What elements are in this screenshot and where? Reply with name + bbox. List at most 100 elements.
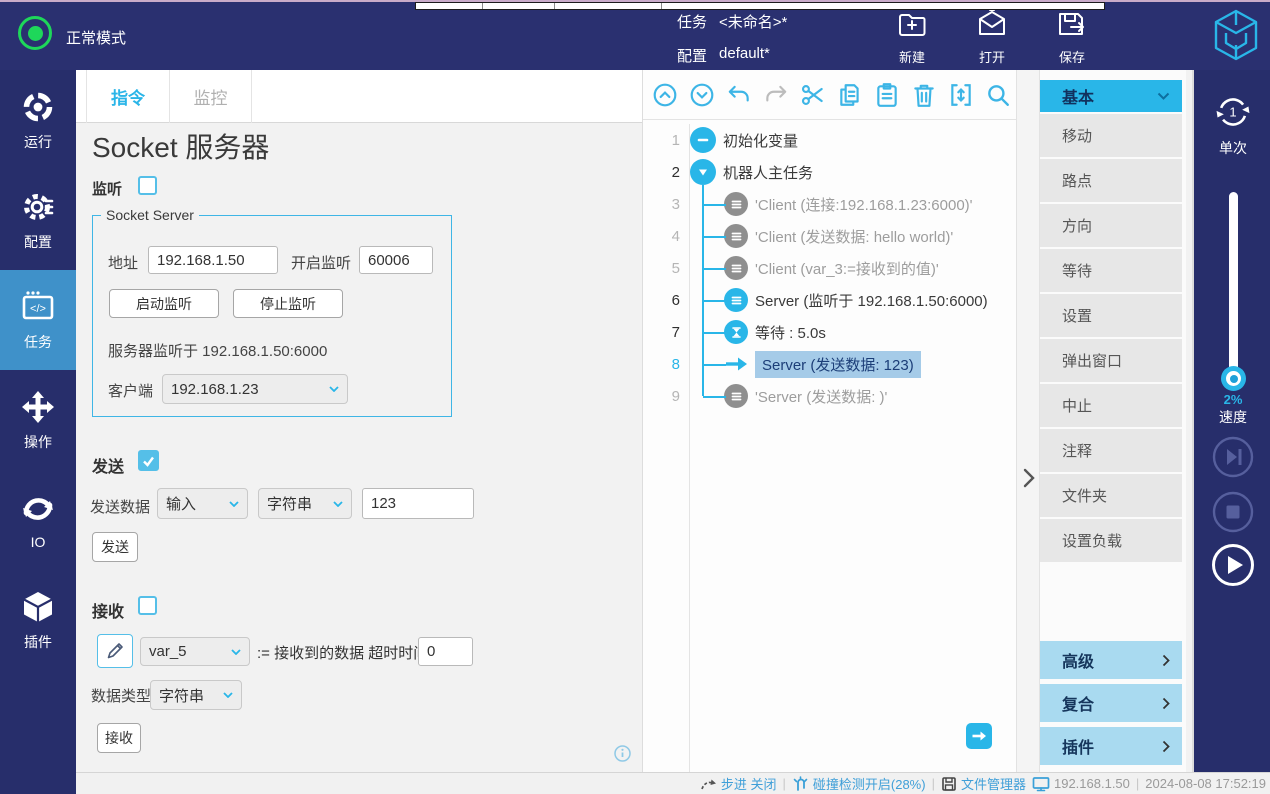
app-root: 正常模式 任务 <未命名>* 配置 default* 新建 打开 保存 运行 (0, 0, 1270, 794)
paste-button[interactable] (873, 81, 901, 109)
send-type-select[interactable]: 字符串 (258, 488, 352, 519)
tree-row-main-task[interactable]: 2 机器人主任务 (643, 156, 1017, 188)
chevron-down-icon (1157, 92, 1170, 100)
search-button[interactable] (984, 81, 1012, 109)
command-palette: 基本 移动 路点 方向 等待 设置 弹出窗口 中止 注释 文件夹 设置负载 高级… (1040, 70, 1186, 772)
start-listen-button[interactable]: 启动监听 (109, 289, 219, 318)
stop-button[interactable] (1211, 490, 1255, 534)
tree-row-server-send-selected[interactable]: 8 Server (发送数据: 123) (643, 348, 1017, 380)
command-item-wait[interactable]: 等待 (1040, 249, 1182, 292)
save-icon (1056, 8, 1088, 45)
step-mode-status[interactable]: 步进 关闭 (700, 774, 777, 793)
sidebar-item-io[interactable]: IO (0, 470, 76, 570)
pencil-icon (105, 641, 125, 661)
speed-label: 速度 (1194, 407, 1270, 427)
server-status-text: 服务器监听于 192.168.1.50:6000 (108, 340, 327, 361)
redo-button[interactable] (762, 81, 790, 109)
listen-checkbox[interactable] (138, 176, 157, 195)
listen-port-input[interactable] (359, 246, 433, 274)
single-run-icon[interactable]: 1 (1213, 92, 1253, 132)
collision-detect-status[interactable]: 碰撞检测开启(28%) (792, 774, 926, 793)
copy-button[interactable] (836, 81, 864, 109)
edit-variable-button[interactable] (97, 634, 133, 668)
open-task-label: 打开 (979, 47, 1005, 66)
sidebar-item-operate[interactable]: 操作 (0, 370, 76, 470)
collapse-all-button[interactable] (651, 81, 679, 109)
tree-row-init-vars[interactable]: 1 初始化变量 (643, 124, 1017, 156)
tree-row-client-connect[interactable]: 3 'Client (连接:192.168.1.23:6000)' (643, 188, 1017, 220)
command-group-advanced[interactable]: 高级 (1040, 641, 1182, 679)
send-button[interactable]: 发送 (92, 532, 138, 562)
receive-button[interactable]: 接收 (97, 723, 141, 753)
tab-instruction[interactable]: 指令 (86, 70, 169, 123)
chevron-down-icon (223, 692, 233, 698)
tree-row-wait[interactable]: 7 等待 : 5.0s (643, 316, 1017, 348)
step-into-button[interactable] (966, 723, 992, 749)
save-task-button[interactable]: 保存 (1036, 8, 1108, 66)
tree-row-server-listen[interactable]: 6 Server (监听于 192.168.1.50:6000) (643, 284, 1017, 316)
datatype-select[interactable]: 字符串 (150, 680, 242, 710)
command-item-move[interactable]: 移动 (1040, 114, 1182, 157)
speed-slider-track[interactable] (1229, 192, 1238, 390)
command-item-set[interactable]: 设置 (1040, 294, 1182, 337)
panel-expander[interactable] (1016, 70, 1040, 772)
command-item-waypoint[interactable]: 路点 (1040, 159, 1182, 202)
save-task-label: 保存 (1059, 47, 1085, 66)
command-item-direction[interactable]: 方向 (1040, 204, 1182, 247)
receive-checkbox[interactable] (138, 596, 157, 615)
cut-button[interactable] (799, 81, 827, 109)
task-label: 任务 (677, 11, 707, 32)
address-input[interactable] (148, 246, 278, 274)
tree-row-client-send[interactable]: 4 'Client (发送数据: hello world)' (643, 220, 1017, 252)
tree-row-server-send-empty[interactable]: 9 'Server (发送数据: )' (643, 380, 1017, 412)
step-mode-icon (700, 777, 717, 791)
delete-button[interactable] (910, 81, 938, 109)
robot-ip-status: 192.168.1.50 (1032, 776, 1130, 792)
client-select[interactable]: 192.168.1.23 (162, 374, 348, 404)
send-value-input[interactable] (362, 488, 474, 519)
sidebar-item-label: 操作 (24, 432, 52, 452)
receive-variable-select[interactable]: var_5 (140, 637, 250, 666)
current-line-arrow-icon (724, 352, 748, 376)
speed-slider-thumb[interactable] (1221, 366, 1246, 391)
check-icon (142, 455, 155, 467)
send-checkbox[interactable] (138, 450, 159, 471)
socket-server-group: Socket Server 地址 开启监听 启动监听 停止监听 服务器监听于 1… (92, 215, 452, 417)
sidebar-item-task[interactable]: </> 任务 (0, 270, 76, 370)
panel-tab-bar: 指令 监控 (76, 70, 642, 123)
send-source-select[interactable]: 输入 (157, 488, 248, 519)
command-item-comment[interactable]: 注释 (1040, 429, 1182, 472)
command-group-composite[interactable]: 复合 (1040, 684, 1182, 722)
chevron-down-icon (329, 386, 339, 392)
artifact-tick (482, 3, 483, 9)
hourglass-icon (724, 320, 748, 344)
undo-button[interactable] (725, 81, 753, 109)
command-item-popup[interactable]: 弹出窗口 (1040, 339, 1182, 382)
floppy-icon (941, 776, 957, 792)
insert-position-button[interactable] (947, 81, 975, 109)
stop-listen-button[interactable]: 停止监听 (233, 289, 343, 318)
open-task-button[interactable]: 打开 (956, 8, 1028, 66)
expand-all-button[interactable] (688, 81, 716, 109)
step-forward-button[interactable] (1211, 435, 1255, 479)
sidebar-item-config[interactable]: 配置 (0, 170, 76, 270)
play-button[interactable] (1211, 543, 1255, 587)
sidebar-item-plugin[interactable]: 插件 (0, 570, 76, 670)
io-swap-icon (20, 491, 56, 527)
command-group-plugin[interactable]: 插件 (1040, 727, 1182, 765)
command-item-folder[interactable]: 文件夹 (1040, 474, 1182, 517)
file-manager-link[interactable]: 文件管理器 (941, 774, 1026, 793)
sidebar-item-run[interactable]: 运行 (0, 70, 76, 170)
status-dot-icon (28, 26, 43, 41)
new-task-button[interactable]: 新建 (876, 8, 948, 66)
command-category-basic[interactable]: 基本 (1040, 80, 1182, 112)
listen-label: 监听 (92, 178, 122, 199)
command-node-icon (724, 288, 748, 312)
tree-row-client-recv[interactable]: 5 'Client (var_3:=接收到的值)' (643, 252, 1017, 284)
command-item-abort[interactable]: 中止 (1040, 384, 1182, 427)
info-icon[interactable] (614, 745, 631, 762)
command-item-payload[interactable]: 设置负载 (1040, 519, 1182, 562)
tab-monitor[interactable]: 监控 (169, 70, 252, 123)
datetime-status: 2024-08-08 17:52:19 (1145, 776, 1266, 791)
timeout-input[interactable] (418, 637, 473, 666)
